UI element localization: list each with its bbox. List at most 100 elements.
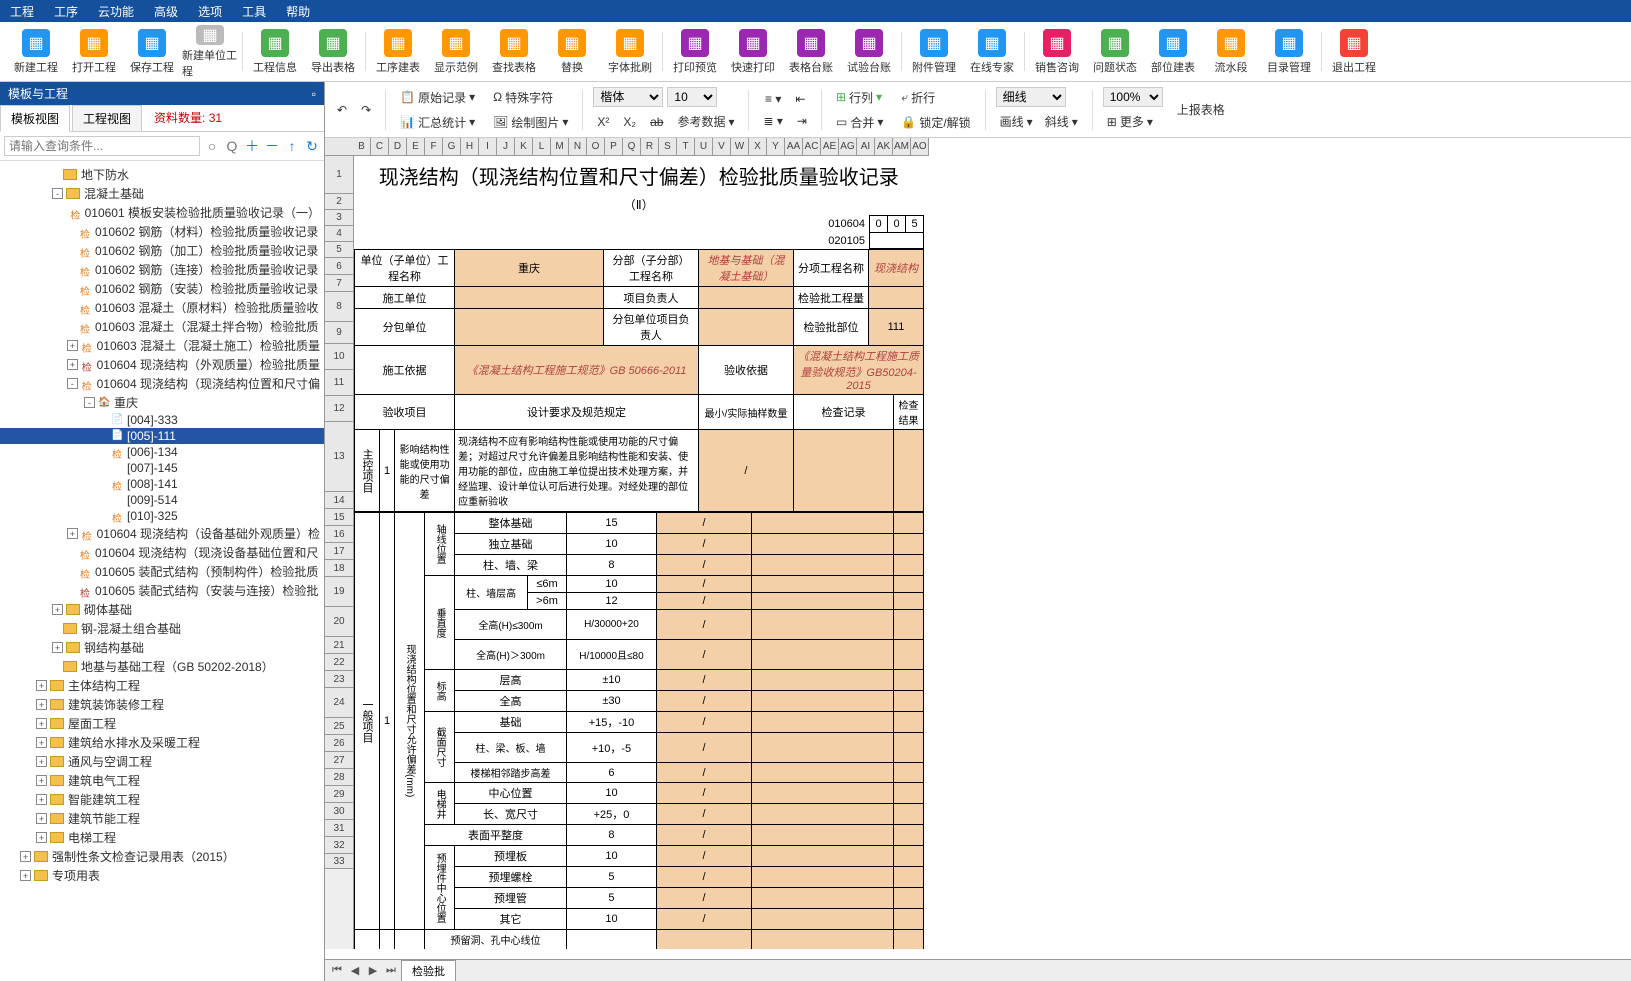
tab-first-icon[interactable]: ⏮ <box>329 964 345 977</box>
row-32[interactable]: 32 <box>325 837 353 854</box>
col-AI[interactable]: AI <box>857 138 875 156</box>
refresh-icon[interactable]: ↻ <box>304 138 320 155</box>
col-G[interactable]: G <box>443 138 461 156</box>
expand-toggle[interactable]: + <box>20 870 31 881</box>
tree-item[interactable]: +主体结构工程 <box>0 676 324 695</box>
col-F[interactable]: F <box>425 138 443 156</box>
zoom-select[interactable]: 100% <box>1103 87 1163 107</box>
tree-item[interactable]: [009]-514 <box>0 492 324 508</box>
expand-toggle[interactable]: + <box>67 528 78 539</box>
col-K[interactable]: K <box>515 138 533 156</box>
btn-special-char[interactable]: Ω 特殊字符 <box>489 87 557 108</box>
tree-item[interactable]: -混凝土基础 <box>0 184 324 203</box>
row-1[interactable]: 1 <box>325 156 353 194</box>
tb-附件管理[interactable]: ▦附件管理 <box>906 28 962 75</box>
btn-upload[interactable]: 上报表格 <box>1173 99 1229 120</box>
tree-item[interactable]: 📄[005]-111 <box>0 428 324 444</box>
expand-toggle[interactable]: + <box>67 340 78 351</box>
tb-表格台账[interactable]: ▦表格台账 <box>783 28 839 75</box>
tb-保存工程[interactable]: ▦保存工程 <box>124 28 180 75</box>
btn-stats[interactable]: 📊 汇总统计 ▾ <box>396 112 479 133</box>
btn-align[interactable]: ≡ ▾ <box>761 90 785 108</box>
col-X[interactable]: X <box>749 138 767 156</box>
expand-toggle[interactable]: - <box>67 378 78 389</box>
tree-item[interactable]: [007]-145 <box>0 460 324 476</box>
tree-item[interactable]: +电梯工程 <box>0 828 324 847</box>
panel-pin-icon[interactable]: ▫ <box>312 87 316 101</box>
tree-item[interactable]: +建筑电气工程 <box>0 771 324 790</box>
row-8[interactable]: 8 <box>325 292 353 322</box>
btn-border[interactable]: 画线 ▾ <box>996 111 1037 132</box>
row-6[interactable]: 6 <box>325 258 353 275</box>
row-29[interactable]: 29 <box>325 786 353 803</box>
expand-toggle[interactable]: + <box>20 851 31 862</box>
tb-快速打印[interactable]: ▦快速打印 <box>725 28 781 75</box>
menu-云功能[interactable]: 云功能 <box>98 3 134 20</box>
expand-toggle[interactable]: + <box>36 756 47 767</box>
col-E[interactable]: E <box>407 138 425 156</box>
btn-diagonal[interactable]: 斜线 ▾ <box>1041 111 1082 132</box>
menu-高级[interactable]: 高级 <box>154 3 178 20</box>
tree-item[interactable]: +检010604 现浇结构（设备基础外观质量）检 <box>0 524 324 543</box>
search-input[interactable] <box>4 136 200 156</box>
btn-valign[interactable]: ≣ ▾ <box>759 112 786 130</box>
expand-toggle[interactable]: + <box>36 775 47 786</box>
col-AO[interactable]: AO <box>911 138 929 156</box>
row-11[interactable]: 11 <box>325 370 353 396</box>
row-20[interactable]: 20 <box>325 607 353 637</box>
row-23[interactable]: 23 <box>325 671 353 688</box>
row-31[interactable]: 31 <box>325 820 353 837</box>
row-16[interactable]: 16 <box>325 526 353 543</box>
tab-prev-icon[interactable]: ◀ <box>347 964 363 977</box>
col-Y[interactable]: Y <box>767 138 785 156</box>
btn-merge[interactable]: ▭ 合并 ▾ <box>832 112 887 133</box>
tab-last-icon[interactable]: ⏭ <box>383 964 399 977</box>
col-W[interactable]: W <box>731 138 749 156</box>
tb-问题状态[interactable]: ▦问题状态 <box>1087 28 1143 75</box>
tb-新建单位工程[interactable]: ▦新建单位工程 <box>182 28 238 75</box>
expand-toggle[interactable]: + <box>52 604 63 615</box>
btn-undo[interactable]: ↶ <box>333 101 351 119</box>
col-Q[interactable]: Q <box>623 138 641 156</box>
tree-item[interactable]: 检[006]-134 <box>0 444 324 460</box>
tree-item[interactable]: +检010604 现浇结构（外观质量）检验批质量 <box>0 355 324 374</box>
col-P[interactable]: P <box>605 138 623 156</box>
font-select[interactable]: 楷体 <box>593 87 663 107</box>
tree-item[interactable]: +检010603 混凝土（混凝土施工）检验批质量 <box>0 336 324 355</box>
col-R[interactable]: R <box>641 138 659 156</box>
btn-raw-record[interactable]: 📋 原始记录 ▾ <box>396 87 479 108</box>
expand-toggle[interactable]: + <box>36 680 47 691</box>
btn-refdata[interactable]: 参考数据 ▾ <box>673 111 738 132</box>
row-19[interactable]: 19 <box>325 577 353 607</box>
row-5[interactable]: 5 <box>325 242 353 258</box>
row-12[interactable]: 12 <box>325 396 353 422</box>
row-13[interactable]: 13 <box>325 422 353 492</box>
expand-toggle[interactable]: + <box>36 832 47 843</box>
col-T[interactable]: T <box>677 138 695 156</box>
col-U[interactable]: U <box>695 138 713 156</box>
tb-部位建表[interactable]: ▦部位建表 <box>1145 28 1201 75</box>
row-4[interactable]: 4 <box>325 226 353 242</box>
tb-目录管理[interactable]: ▦目录管理 <box>1261 28 1317 75</box>
btn-superscript[interactable]: X² <box>593 111 613 132</box>
btn-indent-left[interactable]: ⇤ <box>791 90 809 108</box>
v-unit[interactable]: 重庆 <box>455 250 604 287</box>
col-J[interactable]: J <box>497 138 515 156</box>
tb-新建工程[interactable]: ▦新建工程 <box>8 28 64 75</box>
col-O[interactable]: O <box>587 138 605 156</box>
menu-帮助[interactable]: 帮助 <box>286 3 310 20</box>
collapse-icon[interactable]: － <box>264 136 280 156</box>
tb-打开工程[interactable]: ▦打开工程 <box>66 28 122 75</box>
row-26[interactable]: 26 <box>325 735 353 752</box>
fontsize-select[interactable]: 10 <box>667 87 717 107</box>
tree-item[interactable]: +钢结构基础 <box>0 638 324 657</box>
btn-indent-right[interactable]: ⇥ <box>793 112 811 130</box>
expand-toggle[interactable]: - <box>84 397 95 408</box>
col-I[interactable]: I <box>479 138 497 156</box>
col-AE[interactable]: AE <box>821 138 839 156</box>
menu-工具[interactable]: 工具 <box>242 3 266 20</box>
line-style-select[interactable]: 细线 <box>996 87 1066 107</box>
select-all-cell[interactable] <box>325 138 353 156</box>
tb-查找表格[interactable]: ▦查找表格 <box>486 28 542 75</box>
tab-project-view[interactable]: 工程视图 <box>72 105 142 131</box>
